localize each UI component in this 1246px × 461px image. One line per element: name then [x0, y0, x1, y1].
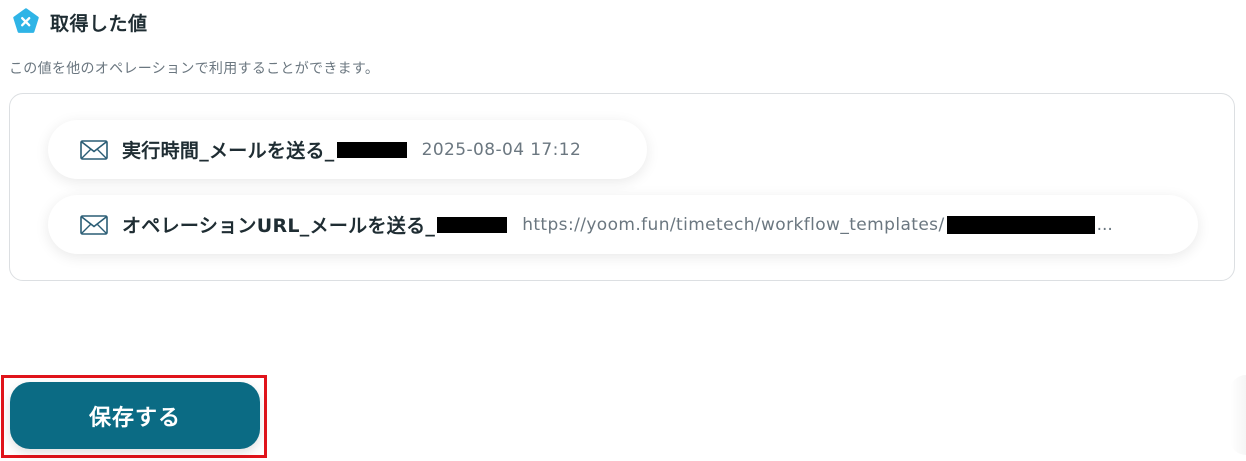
values-panel: 実行時間_メールを送る_ 2025-08-04 17:12 オペレーションURL… — [9, 93, 1235, 281]
value-chip-execution-time[interactable]: 実行時間_メールを送る_ 2025-08-04 17:12 — [48, 120, 647, 179]
value-chip-operation-url[interactable]: オペレーションURL_メールを送る_ https://yoom.fun/time… — [48, 195, 1198, 254]
value-ellipsis: ... — [1096, 214, 1113, 235]
url-value: https://yoom.fun/timetech/workflow_templ… — [522, 215, 1113, 235]
value-text: 2025-08-04 17:12 — [421, 139, 582, 160]
value-label: オペレーションURL_メールを送る_ — [122, 215, 436, 237]
value-label: 実行時間_メールを送る_ — [122, 140, 335, 162]
section-header: 取得した値 — [12, 8, 148, 36]
value-text: https://yoom.fun/timetech/workflow_templ… — [522, 214, 945, 235]
redacted-block — [437, 216, 508, 233]
save-button[interactable]: 保存する — [10, 382, 260, 449]
section-title: 取得した値 — [50, 12, 148, 35]
edge-shadow — [1230, 375, 1246, 455]
redacted-block — [946, 215, 1095, 234]
mail-icon — [80, 214, 108, 235]
redacted-block — [336, 141, 407, 158]
page: 取得した値 この値を他のオペレーションで利用することができます。 実行時間_メー… — [0, 0, 1246, 461]
mail-icon — [80, 139, 108, 160]
yoom-logo-icon — [13, 8, 39, 33]
section-description: この値を他のオペレーションで利用することができます。 — [9, 61, 380, 77]
